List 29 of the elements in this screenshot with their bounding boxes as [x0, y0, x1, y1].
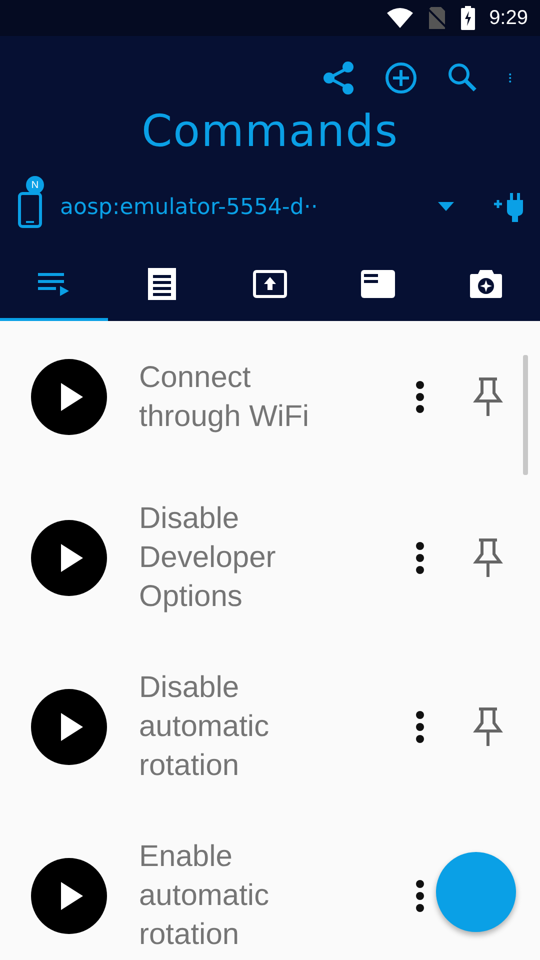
pin-icon[interactable]	[471, 706, 505, 746]
floating-action-button[interactable]	[436, 852, 516, 932]
screen-title: Commands	[141, 106, 399, 157]
device-badge: N	[26, 176, 44, 194]
pin-icon[interactable]	[471, 538, 505, 578]
battery-charging-icon	[461, 6, 476, 30]
dropdown-icon[interactable]	[438, 202, 454, 212]
share-icon[interactable]	[322, 61, 356, 95]
wifi-icon	[387, 8, 414, 28]
status-time: 9:29	[489, 6, 528, 30]
phone-icon	[18, 192, 42, 228]
card-icon	[361, 270, 395, 298]
play-button[interactable]	[31, 520, 107, 596]
upload-box-icon	[253, 270, 287, 298]
receipt-icon	[148, 268, 176, 300]
queue-icon	[38, 270, 70, 296]
add-plug-icon[interactable]	[492, 192, 526, 222]
command-label: Connect through WiFi	[139, 360, 310, 435]
device-selector[interactable]: aosp:emulator-5554-d··	[60, 194, 438, 220]
no-sim-icon	[427, 7, 448, 29]
pin-icon[interactable]	[471, 377, 505, 417]
play-button[interactable]	[31, 688, 107, 764]
camera-icon	[470, 270, 502, 298]
command-label: Enable automatic rotation	[139, 839, 270, 953]
play-button[interactable]	[31, 359, 107, 435]
play-button[interactable]	[31, 858, 107, 934]
add-circle-icon[interactable]	[384, 61, 418, 95]
command-label: Disable Developer Options	[139, 501, 277, 615]
command-label: Disable automatic rotation	[139, 670, 270, 784]
